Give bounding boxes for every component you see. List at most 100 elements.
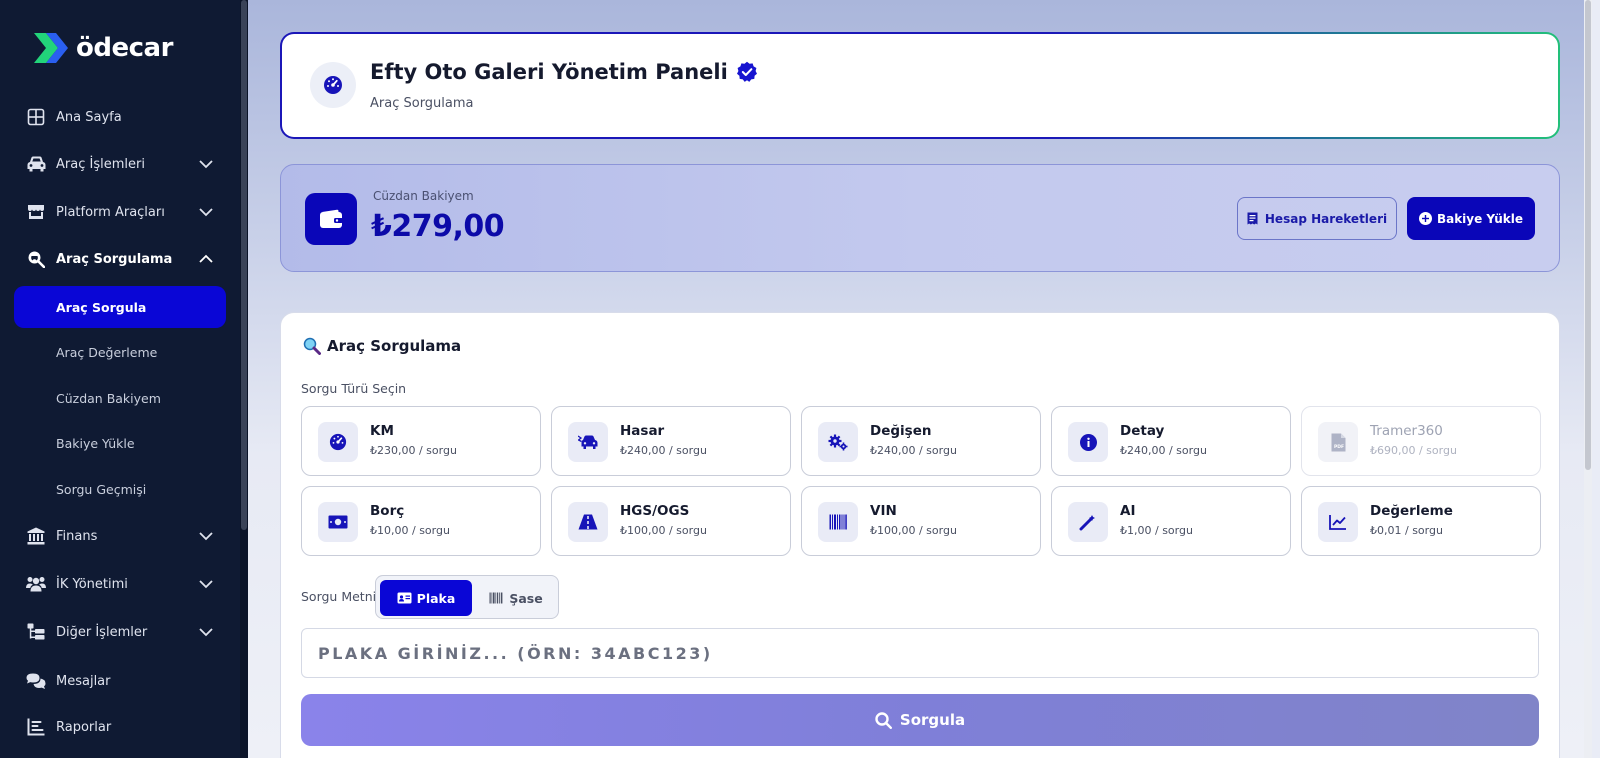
id-card-icon: [397, 592, 412, 605]
chevron-down-icon: [199, 208, 213, 217]
account-history-label: Hesap Hareketleri: [1264, 211, 1388, 226]
query-type-name: Değişen: [870, 423, 932, 439]
sidebar-item-other-ops[interactable]: Diğer İşlemler: [14, 611, 226, 653]
sidebar-item-label: Diğer İşlemler: [56, 624, 148, 640]
query-type-price: ₺230,00 / sorgu: [370, 444, 457, 457]
main-scrollbar[interactable]: [1584, 0, 1592, 758]
wallet-icon: [305, 193, 357, 245]
query-type-changed-parts[interactable]: Değişen ₺240,00 / sorgu: [801, 406, 1041, 476]
car-icon: [26, 154, 46, 174]
sidebar-item-messages[interactable]: Mesajlar: [14, 660, 226, 702]
account-history-button[interactable]: Hesap Hareketleri: [1237, 197, 1397, 240]
plate-input[interactable]: [301, 628, 1539, 678]
pdf-file-icon: PDF: [1318, 422, 1358, 462]
query-type-ai[interactable]: AI ₺1,00 / sorgu: [1051, 486, 1291, 556]
mode-plate-button[interactable]: Plaka: [380, 580, 472, 616]
query-type-tramer360: PDF Tramer360 ₺690,00 / sorgu: [1301, 406, 1541, 476]
sidebar-scrollbar[interactable]: [240, 0, 248, 758]
verified-badge-icon: [736, 61, 757, 82]
main-content: Efty Oto Galeri Yönetim Paneli Araç Sorg…: [248, 0, 1592, 758]
sidebar-item-home[interactable]: Ana Sayfa: [14, 96, 226, 138]
sidebar-item-label: İK Yönetimi: [56, 576, 128, 592]
topup-balance-button[interactable]: Bakiye Yükle: [1407, 197, 1535, 240]
query-type-vin[interactable]: VIN ₺100,00 / sorgu: [801, 486, 1041, 556]
query-type-km[interactable]: KM ₺230,00 / sorgu: [301, 406, 541, 476]
sidebar: ödecar Ana Sayfa Araç İşlemleri Platform…: [0, 0, 248, 758]
wallet-label: Cüzdan Bakiyem: [373, 189, 474, 203]
chart-icon: [26, 717, 46, 737]
query-type-valuation[interactable]: Değerleme ₺0,01 / sorgu: [1301, 486, 1541, 556]
mode-chassis-label: Şase: [509, 590, 543, 606]
query-type-price: ₺1,00 / sorgu: [1120, 524, 1193, 537]
topup-balance-label: Bakiye Yükle: [1436, 211, 1524, 226]
sidebar-item-finance[interactable]: Finans: [14, 515, 226, 557]
sidebar-scrollbar-thumb[interactable]: [241, 0, 247, 530]
sidebar-item-platform-tools[interactable]: Platform Araçları: [14, 191, 226, 233]
barcode-icon: [818, 502, 858, 542]
chevron-down-icon: [199, 628, 213, 637]
logo[interactable]: ödecar: [32, 28, 173, 68]
query-type-damage[interactable]: Hasar ₺240,00 / sorgu: [551, 406, 791, 476]
query-type-detail[interactable]: Detay ₺240,00 / sorgu: [1051, 406, 1291, 476]
car-crash-icon: [568, 422, 608, 462]
query-type-name: Detay: [1120, 423, 1165, 439]
sidebar-item-label: Mesajlar: [56, 673, 111, 689]
sitemap-icon: [26, 622, 46, 642]
sidebar-subitem-vehicle-query[interactable]: Araç Sorgula: [14, 286, 226, 328]
sidebar-subitem-vehicle-valuation[interactable]: Araç Değerleme: [14, 331, 226, 373]
query-type-debt[interactable]: Borç ₺10,00 / sorgu: [301, 486, 541, 556]
query-type-hgs-ogs[interactable]: HGS/OGS ₺100,00 / sorgu: [551, 486, 791, 556]
sidebar-item-label: Platform Araçları: [56, 204, 165, 220]
magic-wand-icon: [1068, 502, 1108, 542]
mode-chassis-button[interactable]: Şase: [476, 580, 556, 616]
grid-icon: [26, 107, 46, 127]
search-car-icon: [26, 249, 46, 269]
info-circle-icon: [1068, 422, 1108, 462]
page-title-text: Efty Oto Galeri Yönetim Paneli: [370, 60, 728, 84]
search-query-button[interactable]: Sorgula: [301, 694, 1539, 746]
sidebar-item-reports[interactable]: Raporlar: [14, 706, 226, 748]
svg-text:PDF: PDF: [1334, 444, 1344, 450]
store-icon: [26, 202, 46, 222]
barcode-icon: [489, 592, 504, 605]
search-icon: [875, 711, 892, 729]
speedometer-icon: [318, 422, 358, 462]
query-type-name: Hasar: [620, 423, 665, 439]
sidebar-item-hr[interactable]: İK Yönetimi: [14, 563, 226, 605]
sidebar-subitem-wallet-balance[interactable]: Cüzdan Bakiyem: [14, 377, 226, 419]
query-type-price: ₺240,00 / sorgu: [870, 444, 957, 457]
main-scrollbar-thumb[interactable]: [1585, 0, 1591, 470]
sidebar-subitem-topup[interactable]: Bakiye Yükle: [14, 422, 226, 464]
query-type-price: ₺240,00 / sorgu: [620, 444, 707, 457]
chevron-down-icon: [199, 160, 213, 169]
sidebar-item-label: Finans: [56, 528, 98, 544]
sidebar-item-label: Araç İşlemleri: [56, 156, 145, 172]
query-text-label: Sorgu Metni: [301, 589, 377, 604]
plus-circle-icon: [1418, 212, 1432, 225]
mode-plate-label: Plaka: [416, 590, 456, 606]
query-type-name: VIN: [870, 503, 897, 519]
query-type-price: ₺240,00 / sorgu: [1120, 444, 1207, 457]
gears-icon: [818, 422, 858, 462]
sidebar-item-vehicle-query[interactable]: Araç Sorgulama: [14, 238, 226, 280]
vehicle-query-card: Araç Sorgulama Sorgu Türü Seçin KM ₺230,…: [280, 312, 1560, 758]
query-type-price: ₺690,00 / sorgu: [1370, 444, 1457, 457]
query-type-price: ₺0,01 / sorgu: [1370, 524, 1443, 537]
wallet-amount: ₺279,00: [371, 209, 505, 244]
road-icon: [568, 502, 608, 542]
search-query-label: Sorgula: [899, 711, 966, 729]
chat-icon: [26, 671, 46, 691]
query-type-label: Sorgu Türü Seçin: [301, 381, 407, 396]
page-subtitle: Araç Sorgulama: [370, 96, 474, 111]
money-bill-icon: [318, 502, 358, 542]
sidebar-subitem-query-history[interactable]: Sorgu Geçmişi: [14, 468, 226, 510]
query-type-price: ₺10,00 / sorgu: [370, 524, 450, 537]
page-header-card: Efty Oto Galeri Yönetim Paneli Araç Sorg…: [280, 32, 1560, 139]
query-mode-toggle: Plaka Şase: [375, 575, 559, 619]
chevron-up-icon: [199, 254, 213, 263]
sidebar-item-label: Araç Sorgulama: [56, 251, 173, 267]
sidebar-item-label: Raporlar: [56, 719, 112, 735]
chevron-down-icon: [199, 532, 213, 541]
logo-chevron-icon: [34, 33, 68, 63]
sidebar-item-vehicle-ops[interactable]: Araç İşlemleri: [14, 143, 226, 185]
